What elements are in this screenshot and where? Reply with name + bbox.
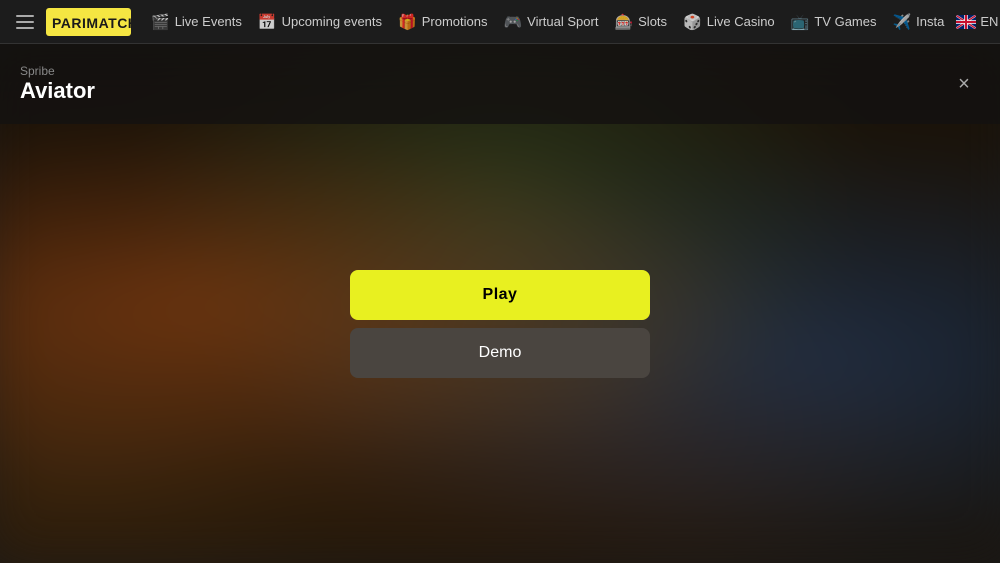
- language-selector[interactable]: EN: [956, 14, 998, 29]
- game-info: Spribe Aviator: [20, 64, 95, 104]
- nav-item-live-events[interactable]: 🎬 Live Events: [143, 0, 250, 44]
- nav-item-promotions-label: Promotions: [422, 14, 488, 29]
- live-events-icon: 🎬: [151, 13, 170, 31]
- nav-item-slots[interactable]: 🎰 Slots: [606, 0, 675, 44]
- nav-item-virtual-sport[interactable]: 🎮 Virtual Sport: [495, 0, 606, 44]
- nav-item-promotions[interactable]: 🎁 Promotions: [390, 0, 495, 44]
- game-title: Aviator: [20, 78, 95, 104]
- language-code: EN: [980, 14, 998, 29]
- close-button[interactable]: ×: [948, 68, 980, 100]
- close-icon: ×: [958, 73, 970, 96]
- logo[interactable]: PARIMATCH: [46, 8, 131, 36]
- tv-games-icon: 📺: [791, 13, 810, 31]
- nav-item-virtual-sport-label: Virtual Sport: [527, 14, 598, 29]
- main-content: Spribe Aviator × Play Demo: [0, 44, 1000, 563]
- insta-icon: ✈️: [892, 13, 911, 31]
- nav-item-live-events-label: Live Events: [175, 14, 242, 29]
- upcoming-events-icon: 📅: [258, 13, 277, 31]
- game-actions: Play Demo: [350, 270, 650, 378]
- nav-item-insta[interactable]: ✈️ Insta: [884, 0, 952, 44]
- nav-item-tv-games[interactable]: 📺 TV Games: [783, 0, 885, 44]
- play-button[interactable]: Play: [350, 270, 650, 320]
- game-provider: Spribe: [20, 64, 95, 78]
- nav-item-live-casino-label: Live Casino: [707, 14, 775, 29]
- virtual-sport-icon: 🎮: [503, 13, 522, 31]
- nav-item-upcoming-events[interactable]: 📅 Upcoming events: [250, 0, 390, 44]
- demo-button[interactable]: Demo: [350, 328, 650, 378]
- live-casino-icon: 🎲: [683, 13, 702, 31]
- svg-text:PARIMATCH: PARIMATCH: [52, 15, 131, 31]
- nav-item-live-casino[interactable]: 🎲 Live Casino: [675, 0, 783, 44]
- nav-item-slots-label: Slots: [638, 14, 667, 29]
- hamburger-menu-button[interactable]: [12, 11, 38, 33]
- nav-items: 🎬 Live Events 📅 Upcoming events 🎁 Promot…: [143, 0, 952, 44]
- nav-item-tv-games-label: TV Games: [814, 14, 876, 29]
- flag-icon: [956, 15, 976, 29]
- nav-item-insta-label: Insta: [916, 14, 944, 29]
- promotions-icon: 🎁: [398, 13, 417, 31]
- game-panel: Spribe Aviator ×: [0, 44, 1000, 124]
- nav-item-upcoming-events-label: Upcoming events: [282, 14, 382, 29]
- nav-right: EN Log in Sign up: [956, 0, 1000, 44]
- slots-icon: 🎰: [614, 13, 633, 31]
- navbar: PARIMATCH 🎬 Live Events 📅 Upcoming event…: [0, 0, 1000, 44]
